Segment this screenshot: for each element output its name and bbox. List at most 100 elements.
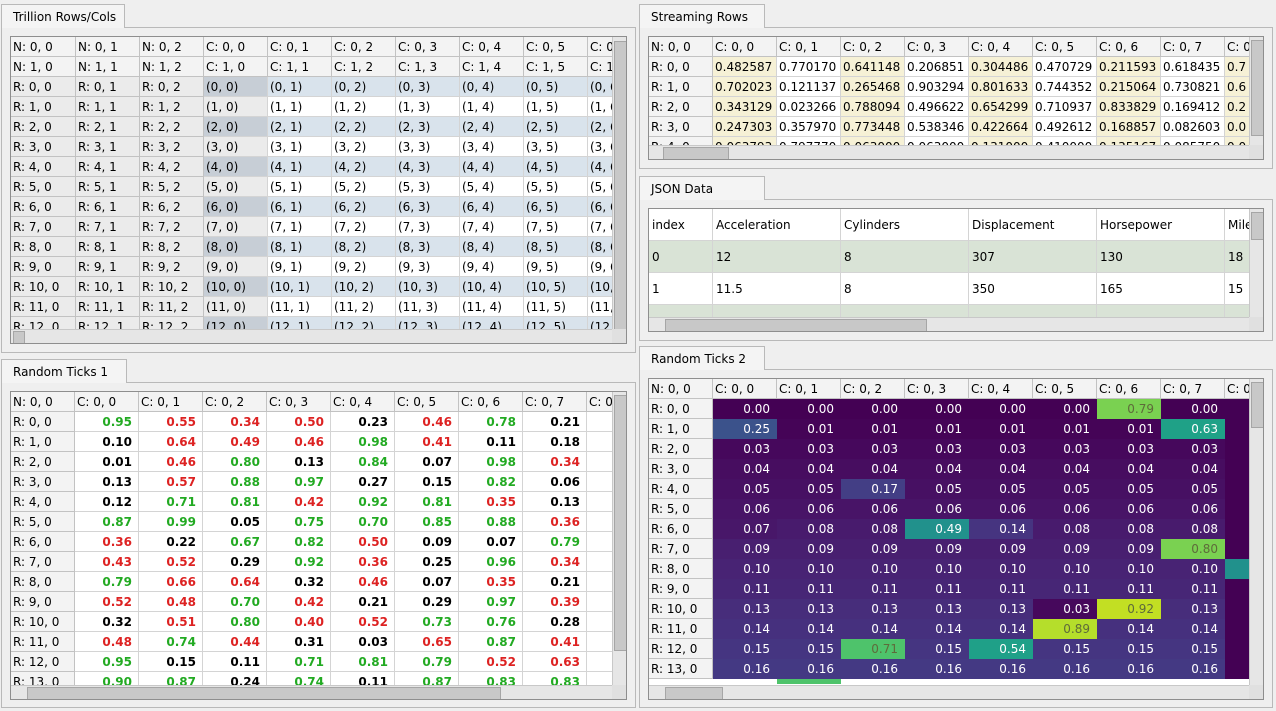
- table-cell[interactable]: 0.52: [331, 612, 395, 632]
- column-header-cell[interactable]: Acceleration: [713, 209, 841, 241]
- table-cell[interactable]: 0.833829: [1097, 97, 1161, 117]
- table-cell[interactable]: (0, 2): [332, 77, 396, 97]
- table-cell[interactable]: (4, 5): [524, 157, 588, 177]
- table-cell[interactable]: 0.14: [777, 619, 841, 639]
- table-cell[interactable]: (7, 3): [396, 217, 460, 237]
- table-cell[interactable]: (11, 1): [268, 297, 332, 317]
- table-cell[interactable]: 0.92: [331, 492, 395, 512]
- table-cell[interactable]: 0.09: [777, 539, 841, 559]
- table-cell[interactable]: 0.08: [777, 519, 841, 539]
- table-cell[interactable]: (3, 1): [268, 137, 332, 157]
- table-cell[interactable]: 0.09: [395, 532, 459, 552]
- table-cell[interactable]: 0.65: [395, 632, 459, 652]
- table-cell[interactable]: 0.16: [1161, 659, 1225, 679]
- table-cell[interactable]: 0.09: [969, 539, 1033, 559]
- column-header-cell[interactable]: Horsepower: [1097, 209, 1225, 241]
- table-cell[interactable]: 0.92: [1097, 599, 1161, 619]
- table-cell[interactable]: 0.06: [905, 499, 969, 519]
- table-cell[interactable]: 0.08: [1097, 519, 1161, 539]
- table-cell[interactable]: (4, 1): [268, 157, 332, 177]
- vertical-scrollbar-thumb[interactable]: [1251, 40, 1263, 136]
- table-cell[interactable]: (0, 0): [204, 77, 268, 97]
- table-cell[interactable]: 0.11: [1033, 579, 1097, 599]
- table-cell[interactable]: 0.16: [841, 659, 905, 679]
- table-cell[interactable]: 0.11: [203, 652, 267, 672]
- table-cell[interactable]: 0.49: [203, 432, 267, 452]
- column-header-cell[interactable]: C: 0, 1: [777, 37, 841, 57]
- table-cell[interactable]: 0.52: [139, 552, 203, 572]
- table-cell[interactable]: 0.97: [267, 472, 331, 492]
- table-cell[interactable]: 0.215064: [1097, 77, 1161, 97]
- column-header-cell[interactable]: C: 0, 3: [905, 37, 969, 57]
- table-cell[interactable]: 0.01: [1033, 419, 1097, 439]
- table-cell[interactable]: 0.70: [203, 592, 267, 612]
- table-cell[interactable]: (7, 1): [268, 217, 332, 237]
- table-cell[interactable]: 0.618435: [1161, 57, 1225, 77]
- column-header-cell[interactable]: C: 1, 0: [204, 57, 268, 77]
- table-cell[interactable]: 0.40: [267, 612, 331, 632]
- table-cell[interactable]: 0.70: [331, 512, 395, 532]
- table-cell[interactable]: (4, 3): [396, 157, 460, 177]
- column-header-cell[interactable]: C: 0, 2: [203, 392, 267, 412]
- column-header-cell[interactable]: N: 0, 2: [140, 37, 204, 57]
- table-cell[interactable]: 0.36: [75, 532, 139, 552]
- table-cell[interactable]: 0.05: [203, 512, 267, 532]
- table-cell[interactable]: 0.80: [203, 612, 267, 632]
- horizontal-scrollbar[interactable]: [11, 685, 612, 699]
- table-cell[interactable]: 0.84: [331, 452, 395, 472]
- horizontal-scrollbar[interactable]: [649, 685, 1249, 699]
- table-cell[interactable]: 0.44: [203, 632, 267, 652]
- table-cell[interactable]: (8, 0): [204, 237, 268, 257]
- table-cell[interactable]: 0.21: [331, 592, 395, 612]
- column-header-cell[interactable]: C: 0, 0: [713, 379, 777, 399]
- table-cell[interactable]: 0.48: [75, 632, 139, 652]
- table-cell[interactable]: 8: [841, 241, 969, 273]
- column-header-cell[interactable]: C: 0, 5: [524, 37, 588, 57]
- table-cell[interactable]: (8, 2): [332, 237, 396, 257]
- table-cell[interactable]: (10, 3): [396, 277, 460, 297]
- table-cell[interactable]: 0.32: [267, 572, 331, 592]
- table-cell[interactable]: 0.16: [713, 659, 777, 679]
- table-cell[interactable]: (7, 4): [460, 217, 524, 237]
- table-cell[interactable]: 0.05: [1097, 479, 1161, 499]
- table-cell[interactable]: 0.06: [969, 499, 1033, 519]
- table-cell[interactable]: 0.31: [267, 632, 331, 652]
- table-cell[interactable]: 0.10: [1161, 559, 1225, 579]
- table-cell[interactable]: (5, 3): [396, 177, 460, 197]
- column-header-cell[interactable]: C: 0, 4: [969, 379, 1033, 399]
- table-cell[interactable]: 0.52: [459, 652, 523, 672]
- table-cell[interactable]: 0.15: [1097, 639, 1161, 659]
- table-cell[interactable]: (6, 4): [460, 197, 524, 217]
- table-cell[interactable]: 0.01: [841, 419, 905, 439]
- vertical-scrollbar[interactable]: [1249, 37, 1263, 145]
- table-cell[interactable]: (9, 4): [460, 257, 524, 277]
- table-cell[interactable]: 0.79: [1097, 399, 1161, 419]
- table-cell[interactable]: 0.13: [777, 599, 841, 619]
- table-cell[interactable]: (7, 5): [524, 217, 588, 237]
- table-cell[interactable]: (9, 5): [524, 257, 588, 277]
- table-cell[interactable]: 0.801633: [969, 77, 1033, 97]
- table-cell[interactable]: 0.79: [395, 652, 459, 672]
- table-cell[interactable]: 0.03: [969, 439, 1033, 459]
- table-cell[interactable]: (5, 4): [460, 177, 524, 197]
- column-header-cell[interactable]: C: 0, 5: [1033, 379, 1097, 399]
- table-cell[interactable]: 0.03: [777, 439, 841, 459]
- table-cell[interactable]: 0.03: [713, 439, 777, 459]
- table-cell[interactable]: 0.168857: [1097, 117, 1161, 137]
- table-cell[interactable]: 0.14: [905, 619, 969, 639]
- table-cell[interactable]: 0.71: [139, 492, 203, 512]
- table-cell[interactable]: 0.14: [969, 619, 1033, 639]
- table-cell[interactable]: 0.11: [1161, 579, 1225, 599]
- table-cell[interactable]: 0.06: [777, 499, 841, 519]
- table-cell[interactable]: (3, 2): [332, 137, 396, 157]
- table-cell[interactable]: 0.023266: [777, 97, 841, 117]
- table-cell[interactable]: 0.10: [777, 559, 841, 579]
- table-cell[interactable]: 0.169412: [1161, 97, 1225, 117]
- horizontal-scrollbar[interactable]: [649, 317, 1249, 331]
- table-cell[interactable]: (4, 0): [204, 157, 268, 177]
- table-cell[interactable]: 0.13: [969, 599, 1033, 619]
- table-cell[interactable]: 0.35: [459, 492, 523, 512]
- table-cell[interactable]: 0.80: [1161, 539, 1225, 559]
- table-cell[interactable]: 0.79: [523, 532, 587, 552]
- vertical-scrollbar[interactable]: [612, 392, 626, 685]
